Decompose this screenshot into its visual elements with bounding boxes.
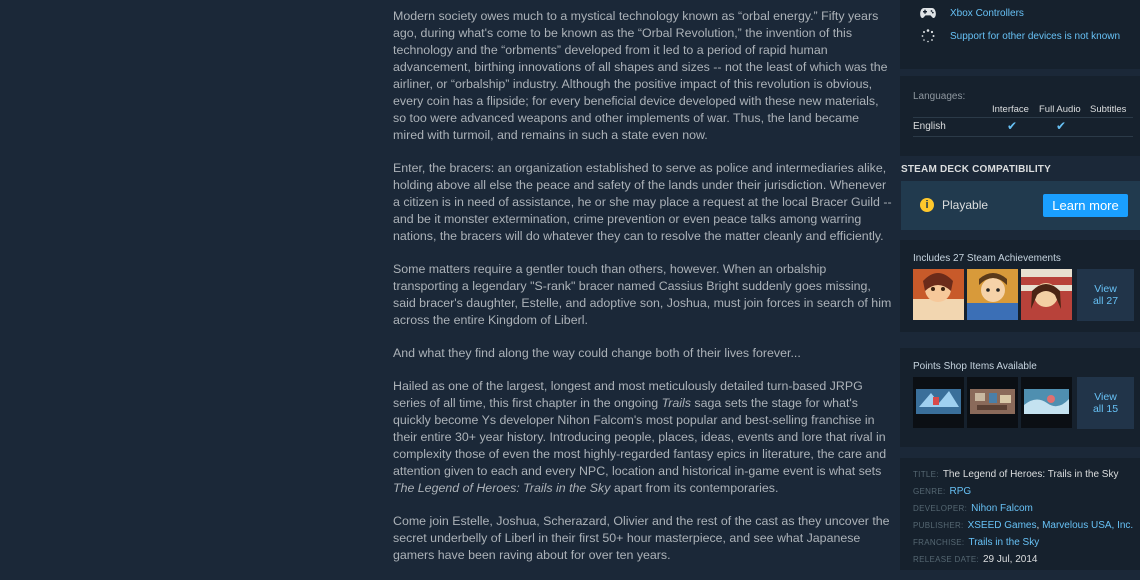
detail-genre-row: GENRE: RPG xyxy=(913,486,972,497)
game-description: Modern society owes much to a mystical t… xyxy=(393,8,893,580)
steam-deck-status: Playable xyxy=(942,198,989,212)
franchise-link[interactable]: Trails in the Sky xyxy=(968,537,1039,548)
detail-title-row: TITLE: The Legend of Heroes: Trails in th… xyxy=(913,469,1119,480)
info-icon: i xyxy=(920,198,934,212)
publisher-link[interactable]: XSEED Games xyxy=(968,520,1037,531)
language-name: English xyxy=(913,121,946,132)
learn-more-button[interactable]: Learn more xyxy=(1043,194,1128,217)
controller-other-row[interactable]: Support for other devices is not known xyxy=(920,25,1120,47)
detail-developer-row: DEVELOPER: Nihon Falcom xyxy=(913,503,1033,514)
developer-link[interactable]: Nihon Falcom xyxy=(971,503,1033,514)
detail-release-row: RELEASE DATE: 29 Jul, 2014 xyxy=(913,554,1038,565)
language-row: English ✔ ✔ xyxy=(913,117,1133,137)
languages-panel xyxy=(900,76,1140,156)
achievement-image[interactable] xyxy=(913,269,964,320)
description-paragraph: Modern society owes much to a mystical t… xyxy=(393,9,888,142)
genre-link[interactable]: RPG xyxy=(949,486,971,497)
publisher-link[interactable]: Marvelous USA, Inc. xyxy=(1042,520,1133,531)
points-shop-title: Points Shop Items Available xyxy=(913,361,1037,372)
controller-xbox-row[interactable]: Xbox Controllers xyxy=(920,2,1024,24)
view-all-achievements-button[interactable]: View all 27 xyxy=(1077,269,1134,321)
lang-header-audio: Full Audio xyxy=(1039,104,1081,115)
description-paragraph: Hailed as one of the largest, longest an… xyxy=(393,379,887,495)
check-icon: ✔ xyxy=(1007,119,1018,133)
controller-label: Support for other devices is not known xyxy=(950,30,1121,42)
languages-label: Languages: xyxy=(913,91,966,102)
detail-publisher-row: PUBLISHER: XSEED Games, Marvelous USA, In… xyxy=(913,520,1134,531)
check-icon: ✔ xyxy=(1056,119,1067,133)
description-paragraph: Some matters require a gentler touch tha… xyxy=(393,262,892,327)
release-date: 29 Jul, 2014 xyxy=(983,554,1038,565)
achievements-title: Includes 27 Steam Achievements xyxy=(913,253,1061,264)
achievement-image[interactable] xyxy=(1021,269,1072,320)
description-paragraph: Enter, the bracers: an organization esta… xyxy=(393,161,892,243)
view-all-points-items-button[interactable]: View all 15 xyxy=(1077,377,1134,429)
steam-deck-title: STEAM DECK COMPATIBILITY xyxy=(901,164,1051,175)
gamepad-icon xyxy=(920,5,936,21)
description-paragraph: Come join Estelle, Joshua, Scherazard, O… xyxy=(393,514,890,562)
game-title: The Legend of Heroes: Trails in the Sky xyxy=(942,469,1119,480)
description-paragraph: And what they find along the way could c… xyxy=(393,346,801,360)
achievement-image[interactable] xyxy=(967,269,1018,320)
points-shop-item-image[interactable] xyxy=(967,377,1018,428)
controller-label: Xbox Controllers xyxy=(950,7,1024,19)
points-shop-item-image[interactable] xyxy=(913,377,964,428)
loading-icon xyxy=(920,28,936,44)
lang-header-interface: Interface xyxy=(992,104,1029,115)
detail-franchise-row: FRANCHISE: Trails in the Sky xyxy=(913,537,1040,548)
lang-header-subtitles: Subtitles xyxy=(1090,104,1127,115)
points-shop-item-image[interactable] xyxy=(1021,377,1072,428)
